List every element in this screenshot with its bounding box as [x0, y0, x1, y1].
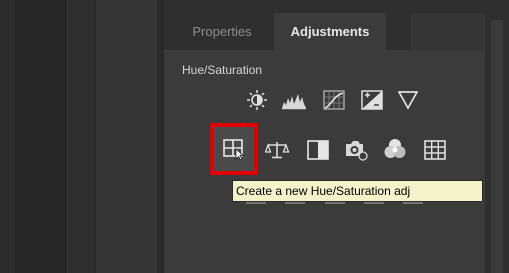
levels-icon[interactable] [281, 89, 307, 111]
color-lookup-icon[interactable] [422, 139, 448, 161]
tab-adjustments[interactable]: Adjustments [274, 13, 386, 50]
section-label: Hue/Saturation [182, 63, 263, 77]
photoshop-window: { "tabs": [ {"label": "Properties"}, {"l… [0, 0, 509, 273]
hue-saturation-icon[interactable] [221, 138, 247, 160]
left-dock-edge [0, 0, 15, 273]
left-dock-panel [15, 0, 65, 273]
color-balance-icon[interactable] [264, 139, 290, 161]
side-panel-strip [95, 0, 158, 273]
right-dock-strip [491, 20, 503, 273]
panel-tab-bar: Properties Adjustments [164, 0, 486, 50]
row3-icon-1[interactable] [246, 202, 266, 210]
brightness-contrast-icon[interactable] [244, 89, 270, 111]
row3-icon-2[interactable] [285, 202, 305, 210]
canvas-area-strip [65, 0, 96, 273]
row3-icon-5[interactable] [403, 202, 423, 210]
tab-bar-empty-area [411, 13, 486, 50]
vibrance-icon[interactable] [395, 89, 421, 111]
tab-properties[interactable]: Properties [172, 13, 272, 50]
row3-icon-3[interactable] [325, 202, 345, 210]
curves-icon[interactable] [321, 89, 347, 111]
black-white-icon[interactable] [305, 139, 331, 161]
exposure-icon[interactable] [359, 89, 385, 111]
row3-icon-4[interactable] [364, 202, 384, 210]
channel-mixer-icon[interactable] [382, 138, 408, 160]
tooltip: Create a new Hue/Saturation adj [232, 180, 483, 202]
right-dock-edge [485, 0, 509, 273]
photo-filter-icon[interactable] [343, 139, 369, 161]
